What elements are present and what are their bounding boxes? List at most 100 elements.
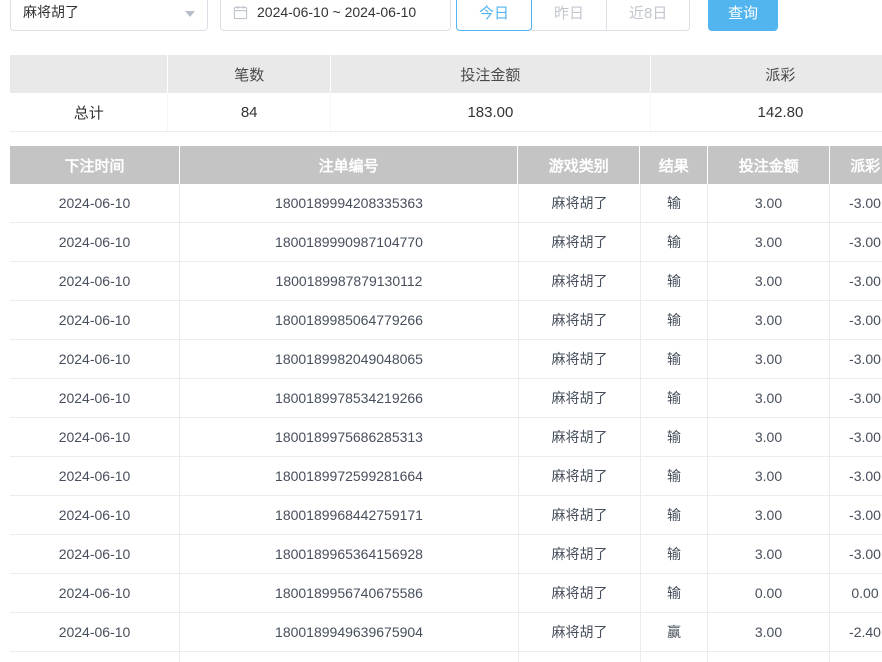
filter-toolbar: 麻将胡了 2024-06-10 ~ 2024-06-10 今日 昨日 近8日 查… — [0, 0, 882, 48]
cell-game-type: 麻将胡了 — [519, 535, 641, 573]
yesterday-button[interactable]: 昨日 — [531, 0, 607, 31]
cell-payout: -3.00 — [830, 457, 882, 495]
query-button[interactable]: 查询 — [708, 0, 778, 31]
cell-bet-time: 2024-06-10 — [10, 301, 180, 339]
cell-order-id: 1800189968442759171 — [180, 496, 519, 534]
cell-order-id: 1800189978534219266 — [180, 379, 519, 417]
cell-payout: -3.00 — [830, 496, 882, 534]
cell-order-id: 1800189975686285313 — [180, 418, 519, 456]
bet-table: 下注时间 注单编号 游戏类别 结果 投注金额 派彩 2024-06-10 180… — [10, 146, 882, 662]
cell-payout: 0.00 — [830, 574, 882, 612]
cell-bet-time: 2024-06-10 — [10, 340, 180, 378]
cell-bet-time: 2024-06-10 — [10, 262, 180, 300]
cell-game-type: 麻将胡了 — [519, 652, 641, 662]
cell-payout: -3.00 — [830, 379, 882, 417]
cell-game-type: 麻将胡了 — [519, 496, 641, 534]
header-order-id: 注单编号 — [180, 146, 518, 184]
header-game-type: 游戏类别 — [518, 146, 640, 184]
cell-order-id: 1800189982049048065 — [180, 340, 519, 378]
game-select[interactable]: 麻将胡了 — [10, 0, 208, 31]
cell-payout: -3.00 — [830, 418, 882, 456]
table-row: 2024-06-10 1800189968442759171 麻将胡了 输 3.… — [10, 496, 882, 535]
caret-down-icon — [185, 11, 195, 17]
summary-total-label: 总计 — [10, 93, 168, 131]
cell-bet-amount: 3.00 — [708, 379, 830, 417]
cell-bet-amount: 3.00 — [708, 613, 830, 651]
cell-bet-time: 2024-06-10 — [10, 652, 180, 662]
cell-result: 赢 — [641, 613, 708, 651]
table-row: 2024-06-10 1800189965364156928 麻将胡了 输 3.… — [10, 535, 882, 574]
cell-result: 输 — [641, 184, 708, 222]
summary-header-count: 笔数 — [168, 55, 330, 93]
cell-order-id: 1800189941167170049 — [180, 652, 519, 662]
cell-payout: -3.00 — [830, 223, 882, 261]
cell-payout: -3.00 — [830, 184, 882, 222]
cell-bet-time: 2024-06-10 — [10, 223, 180, 261]
header-result: 结果 — [640, 146, 708, 184]
header-bet-amount: 投注金额 — [708, 146, 830, 184]
cell-result: 输 — [641, 496, 708, 534]
table-row: 2024-06-10 1800189978534219266 麻将胡了 输 3.… — [10, 379, 882, 418]
cell-bet-amount: 3.00 — [708, 223, 830, 261]
cell-bet-time: 2024-06-10 — [10, 184, 180, 222]
today-button[interactable]: 今日 — [456, 0, 532, 31]
cell-bet-time: 2024-06-10 — [10, 574, 180, 612]
cell-order-id: 1800189956740675586 — [180, 574, 519, 612]
summary-header-row: 笔数 投注金额 派彩 — [10, 55, 882, 93]
cell-game-type: 麻将胡了 — [519, 184, 641, 222]
cell-bet-amount: 3.00 — [708, 301, 830, 339]
summary-header-payout: 派彩 — [651, 55, 882, 93]
table-row: 2024-06-10 1800189990987104770 麻将胡了 输 3.… — [10, 223, 882, 262]
quick-range-group: 今日 昨日 近8日 — [456, 0, 690, 31]
cell-bet-amount: 3.00 — [708, 340, 830, 378]
table-row: 2024-06-10 1800189982049048065 麻将胡了 输 3.… — [10, 340, 882, 379]
cell-bet-amount: 3.00 — [708, 496, 830, 534]
table-row: 2024-06-10 1800189972599281664 麻将胡了 输 3.… — [10, 457, 882, 496]
last-8-days-button[interactable]: 近8日 — [606, 0, 690, 31]
cell-result: 输 — [641, 457, 708, 495]
header-payout: 派彩 — [830, 146, 882, 184]
cell-bet-amount: 3.00 — [708, 535, 830, 573]
cell-payout: -2.40 — [830, 613, 882, 651]
cell-bet-time: 2024-06-10 — [10, 535, 180, 573]
cell-order-id: 1800189987879130112 — [180, 262, 519, 300]
cell-payout: -3.00 — [830, 301, 882, 339]
summary-table: 笔数 投注金额 派彩 总计 84 183.00 142.80 — [10, 55, 882, 132]
cell-result: 输 — [641, 418, 708, 456]
cell-bet-amount: 0.00 — [708, 652, 830, 662]
table-row: 2024-06-10 1800189956740675586 麻将胡了 输 0.… — [10, 574, 882, 613]
bet-table-header-row: 下注时间 注单编号 游戏类别 结果 投注金额 派彩 — [10, 146, 882, 184]
cell-game-type: 麻将胡了 — [519, 262, 641, 300]
cell-game-type: 麻将胡了 — [519, 301, 641, 339]
cell-result: 输 — [641, 652, 708, 662]
cell-order-id: 1800189972599281664 — [180, 457, 519, 495]
game-select-value: 麻将胡了 — [23, 2, 79, 22]
cell-order-id: 1800189990987104770 — [180, 223, 519, 261]
calendar-icon — [233, 5, 248, 20]
betting-records-screen: 麻将胡了 2024-06-10 ~ 2024-06-10 今日 昨日 近8日 查… — [0, 0, 882, 662]
cell-payout: 0.00 — [830, 652, 882, 662]
table-row: 2024-06-10 1800189987879130112 麻将胡了 输 3.… — [10, 262, 882, 301]
bet-table-body: 2024-06-10 1800189994208335363 麻将胡了 输 3.… — [10, 184, 882, 662]
cell-order-id: 1800189985064779266 — [180, 301, 519, 339]
summary-header-blank — [10, 55, 168, 93]
table-row: 2024-06-10 1800189941167170049 麻将胡了 输 0.… — [10, 652, 882, 662]
cell-game-type: 麻将胡了 — [519, 223, 641, 261]
date-range-picker[interactable]: 2024-06-10 ~ 2024-06-10 — [220, 0, 451, 31]
table-row: 2024-06-10 1800189949639675904 麻将胡了 赢 3.… — [10, 613, 882, 652]
cell-bet-amount: 3.00 — [708, 418, 830, 456]
cell-bet-time: 2024-06-10 — [10, 496, 180, 534]
cell-payout: -3.00 — [830, 535, 882, 573]
cell-game-type: 麻将胡了 — [519, 457, 641, 495]
cell-bet-amount: 0.00 — [708, 574, 830, 612]
table-row: 2024-06-10 1800189975686285313 麻将胡了 输 3.… — [10, 418, 882, 457]
table-row: 2024-06-10 1800189994208335363 麻将胡了 输 3.… — [10, 184, 882, 223]
cell-order-id: 1800189994208335363 — [180, 184, 519, 222]
cell-result: 输 — [641, 223, 708, 261]
cell-order-id: 1800189965364156928 — [180, 535, 519, 573]
cell-result: 输 — [641, 379, 708, 417]
cell-bet-amount: 3.00 — [708, 262, 830, 300]
cell-bet-amount: 3.00 — [708, 184, 830, 222]
cell-result: 输 — [641, 574, 708, 612]
summary-header-bet-amount: 投注金额 — [331, 55, 651, 93]
